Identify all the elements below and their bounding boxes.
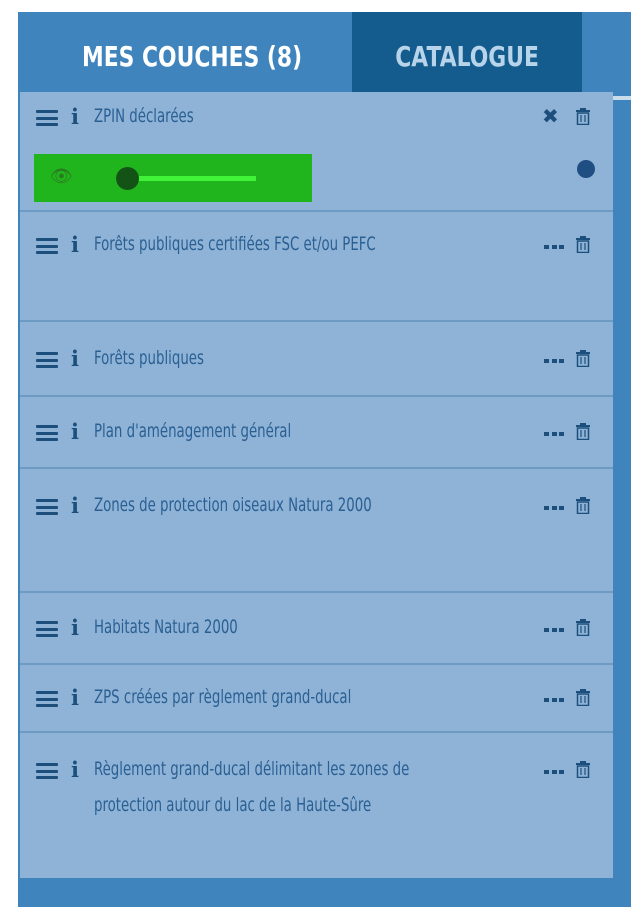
layer-row: i ZPIN déclarées ✖ 👁 bbox=[20, 92, 613, 212]
info-icon[interactable]: i bbox=[68, 759, 82, 781]
tab-my-layers-label: MES COUCHES (8) bbox=[81, 39, 303, 73]
trash-icon[interactable] bbox=[576, 761, 590, 778]
close-icon[interactable]: ✖ bbox=[542, 106, 559, 126]
info-icon[interactable]: i bbox=[68, 234, 82, 256]
layer-list: i ZPIN déclarées ✖ 👁 i Forêts publiques … bbox=[20, 92, 613, 878]
ellipsis-icon[interactable] bbox=[544, 697, 564, 703]
ellipsis-icon[interactable] bbox=[544, 505, 564, 511]
layer-row: i Forêts publiques bbox=[20, 322, 613, 397]
layer-row: i Habitats Natura 2000 bbox=[20, 593, 613, 665]
layer-row: i Forêts publiques certifiées FSC et/ou … bbox=[20, 212, 613, 322]
layer-name: Plan d'aménagement général bbox=[94, 420, 292, 442]
layer-name: ZPIN déclarées bbox=[94, 105, 194, 127]
layer-name: Forêts publiques certifiées FSC et/ou PE… bbox=[94, 233, 376, 255]
trash-icon[interactable] bbox=[576, 619, 590, 636]
ellipsis-icon[interactable] bbox=[544, 769, 564, 775]
layer-row: i Plan d'aménagement général bbox=[20, 397, 613, 469]
ellipsis-icon[interactable] bbox=[544, 627, 564, 633]
hamburger-icon[interactable] bbox=[36, 763, 58, 779]
opacity-control: 👁 bbox=[34, 154, 312, 202]
layer-row: i Zones de protection oiseaux Natura 200… bbox=[20, 469, 613, 593]
info-icon[interactable]: i bbox=[68, 617, 82, 639]
ellipsis-icon[interactable] bbox=[544, 431, 564, 437]
layer-status-dot bbox=[577, 160, 595, 178]
hamburger-icon[interactable] bbox=[36, 425, 58, 441]
layer-row: i ZPS créées par règlement grand-ducal bbox=[20, 665, 613, 733]
hamburger-icon[interactable] bbox=[36, 621, 58, 637]
info-icon[interactable]: i bbox=[68, 687, 82, 709]
info-icon[interactable]: i bbox=[68, 106, 82, 128]
info-icon[interactable]: i bbox=[68, 421, 82, 443]
trash-icon[interactable] bbox=[576, 497, 590, 514]
trash-icon[interactable] bbox=[576, 423, 590, 440]
info-icon[interactable]: i bbox=[68, 495, 82, 517]
hamburger-icon[interactable] bbox=[36, 110, 58, 126]
page-edge bbox=[0, 907, 631, 915]
tab-my-layers[interactable]: MES COUCHES (8) bbox=[32, 12, 352, 100]
info-icon[interactable]: i bbox=[68, 348, 82, 370]
panel-footer bbox=[20, 878, 613, 895]
ellipsis-icon[interactable] bbox=[544, 358, 564, 364]
eye-slash-icon[interactable]: 👁 bbox=[50, 166, 73, 187]
hamburger-icon[interactable] bbox=[36, 691, 58, 707]
layer-name: Forêts publiques bbox=[94, 347, 204, 369]
ellipsis-icon[interactable] bbox=[544, 244, 564, 250]
tab-catalogue-label: CATALOGUE bbox=[395, 39, 539, 73]
trash-icon[interactable] bbox=[576, 236, 590, 253]
layer-name: Habitats Natura 2000 bbox=[94, 616, 238, 638]
opacity-slider-handle[interactable] bbox=[116, 167, 139, 190]
hamburger-icon[interactable] bbox=[36, 499, 58, 515]
tab-catalogue[interactable]: CATALOGUE bbox=[352, 12, 582, 100]
layer-name: Zones de protection oiseaux Natura 2000 bbox=[94, 494, 372, 516]
layer-name: Règlement grand-ducal délimitant les zon… bbox=[94, 758, 410, 816]
tab-bar: MES COUCHES (8) CATALOGUE bbox=[18, 12, 631, 100]
tab-bar-filler bbox=[582, 12, 631, 100]
hamburger-icon[interactable] bbox=[36, 238, 58, 254]
hamburger-icon[interactable] bbox=[36, 352, 58, 368]
layer-name: ZPS créées par règlement grand-ducal bbox=[94, 686, 352, 708]
trash-icon[interactable] bbox=[576, 689, 590, 706]
trash-icon[interactable] bbox=[576, 108, 590, 125]
trash-icon[interactable] bbox=[576, 350, 590, 367]
layer-row: i Règlement grand-ducal délimitant les z… bbox=[20, 733, 613, 878]
